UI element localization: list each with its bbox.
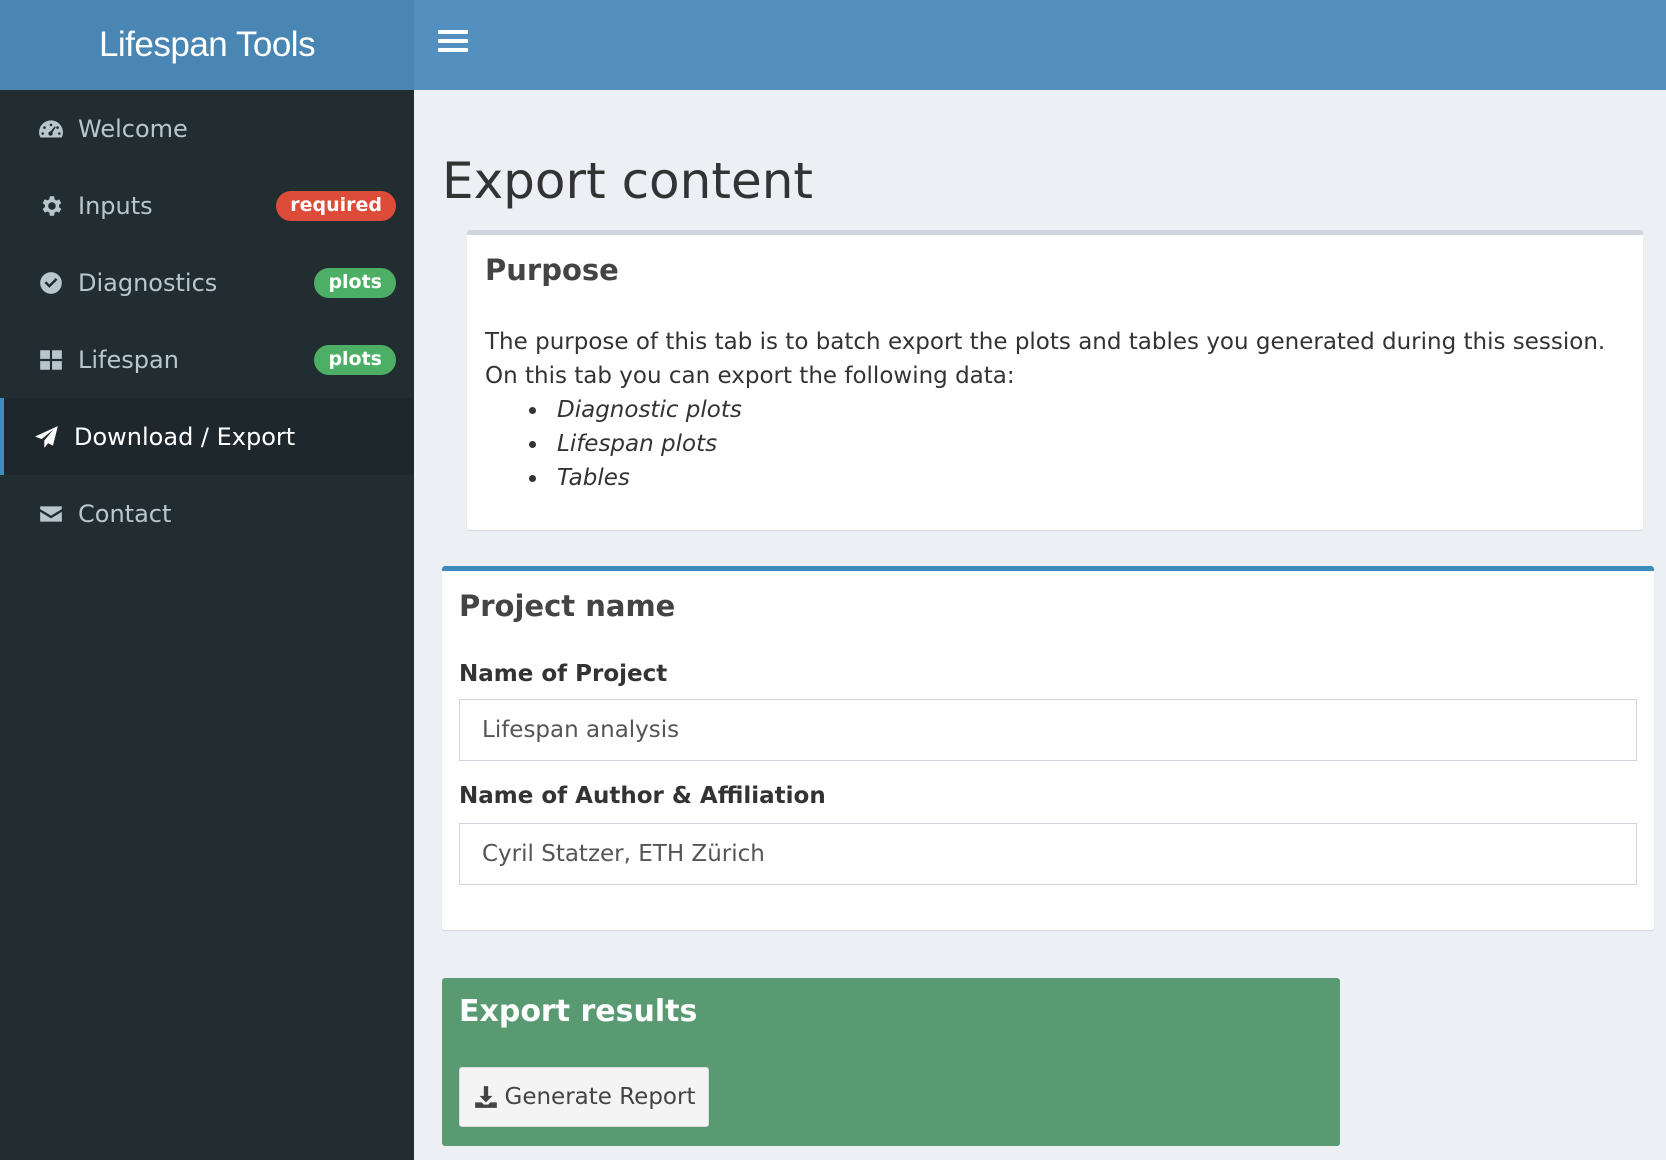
sidebar-item-download-export[interactable]: Download / Export	[0, 398, 414, 475]
envelope-icon	[36, 499, 66, 529]
sidebar-item-diagnostics[interactable]: Diagnostics plots	[0, 244, 414, 321]
main-content: Export content Purpose The purpose of th…	[414, 90, 1666, 1160]
export-results-box: Export results Generate Report	[442, 978, 1340, 1146]
page-title: Export content	[442, 152, 813, 210]
required-badge: required	[276, 190, 396, 221]
project-name-box: Project name Name of Project Name of Aut…	[442, 566, 1654, 930]
app-logo[interactable]: Lifespan Tools	[0, 0, 414, 90]
sidebar-item-lifespan[interactable]: Lifespan plots	[0, 321, 414, 398]
paper-plane-icon	[32, 422, 62, 452]
dashboard-icon	[36, 114, 66, 144]
sidebar-item-label: Welcome	[78, 114, 188, 143]
top-navbar	[414, 0, 1666, 90]
check-circle-icon	[36, 268, 66, 298]
purpose-text: The purpose of this tab is to batch expo…	[485, 329, 1606, 389]
sidebar-item-label: Lifespan	[78, 345, 179, 374]
sidebar-item-contact[interactable]: Contact	[0, 475, 414, 552]
sidebar-item-welcome[interactable]: Welcome	[0, 90, 414, 167]
hamburger-icon[interactable]	[438, 30, 468, 60]
sidebar-item-label: Contact	[78, 499, 172, 528]
project-name-input[interactable]	[459, 699, 1637, 761]
list-item: Diagnostic plots	[529, 393, 742, 427]
author-input[interactable]	[459, 823, 1637, 885]
download-icon	[474, 1086, 497, 1108]
project-name-label: Name of Project	[459, 661, 668, 687]
generate-report-label: Generate Report	[504, 1084, 696, 1110]
sidebar-item-label: Diagnostics	[78, 268, 218, 297]
sidebar-item-label: Inputs	[78, 191, 153, 220]
project-box-title: Project name	[459, 589, 676, 623]
generate-report-button[interactable]: Generate Report	[459, 1067, 709, 1127]
sidebar-item-label: Download / Export	[74, 422, 296, 451]
list-item: Lifespan plots	[529, 427, 742, 461]
author-label: Name of Author & Affiliation	[459, 783, 826, 809]
purpose-box: Purpose The purpose of this tab is to ba…	[467, 230, 1643, 530]
gear-icon	[36, 191, 66, 221]
grid-icon	[36, 345, 66, 375]
purpose-title: Purpose	[485, 253, 619, 287]
sidebar-item-inputs[interactable]: Inputs required	[0, 167, 414, 244]
list-item: Tables	[529, 461, 742, 495]
plots-badge: plots	[314, 344, 396, 375]
sidebar: Welcome Inputs required Diagnostics plot…	[0, 90, 414, 1160]
export-data-list: Diagnostic plots Lifespan plots Tables	[529, 393, 742, 495]
plots-badge: plots	[314, 267, 396, 298]
export-title: Export results	[459, 994, 698, 1029]
